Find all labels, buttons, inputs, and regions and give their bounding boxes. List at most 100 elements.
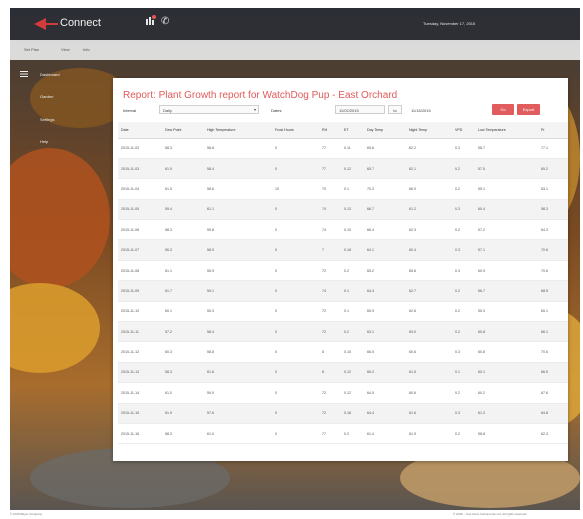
table-cell: 0 xyxy=(272,158,319,180)
table-cell: 64.8 xyxy=(538,403,568,424)
to-date-input[interactable]: 11/16/2015 xyxy=(407,105,485,114)
table-cell: 72 xyxy=(319,403,341,424)
table-row: 2015-11-08 61.1 55.9 0 72 0.2 65.2 65.6 0.3 60.9 7… xyxy=(118,260,568,282)
report-title: Report: Plant Growth report for WatchDog… xyxy=(123,90,398,101)
table-cell: 57.2 xyxy=(162,321,204,343)
table-cell: 58.8 xyxy=(204,341,272,363)
table-cell: 70.6 xyxy=(538,341,568,363)
table-cell: 61.4 xyxy=(364,423,406,445)
table-cell: 60.2 xyxy=(475,382,538,404)
table-cell: 0.1 xyxy=(341,301,364,323)
table-cell: 77.1 xyxy=(538,138,568,159)
table-cell: 58.3 xyxy=(538,199,568,221)
go-button[interactable]: Go xyxy=(492,104,514,115)
chevron-down-icon: ▾ xyxy=(253,107,256,112)
table-cell: 60.3 xyxy=(162,341,204,363)
phone-icon[interactable]: ✆ xyxy=(161,16,169,27)
table-cell: 61.6 xyxy=(406,403,452,424)
table-cell: 65.1 xyxy=(538,301,568,323)
table-cell: 74 xyxy=(319,280,341,302)
table-cell: 58.3 xyxy=(162,219,204,241)
table-cell: 66.4 xyxy=(364,219,406,241)
app-window: Connect ✆ Tuesday, November 17, 2015 Set… xyxy=(10,8,580,510)
table-cell: 77 xyxy=(319,138,341,159)
table-cell: 59.1 xyxy=(204,280,272,302)
sidebar-item-dashboard[interactable]: Dashboard xyxy=(40,72,60,77)
column-header[interactable]: RH xyxy=(319,122,341,139)
table-row: 2015-11-10 60.1 55.3 0 72 0.1 65.9 62.6 0.2 55.3 6… xyxy=(118,301,568,323)
column-header[interactable]: Frost Hours xyxy=(272,122,319,139)
column-header[interactable]: Night Temp xyxy=(406,122,452,139)
table-cell: 0.2 xyxy=(452,280,475,302)
nav-item-set-plan[interactable]: Set Plan xyxy=(24,47,39,52)
table-cell: 62.2 xyxy=(406,138,452,159)
table-cell: 0 xyxy=(272,199,319,221)
dates-label: Dates xyxy=(271,108,282,113)
table-cell: 2015-11-07 xyxy=(118,239,162,261)
column-header[interactable]: Dew Point xyxy=(162,122,204,139)
table-cell: 61.9 xyxy=(162,158,204,180)
table-cell: 61.9 xyxy=(162,403,204,424)
export-button[interactable]: Export xyxy=(517,104,540,115)
column-header[interactable]: Day Temp xyxy=(364,122,406,139)
table-cell: 60.1 xyxy=(162,301,204,323)
table-cell: 0 xyxy=(272,239,319,261)
table-cell: 61.1 xyxy=(204,199,272,221)
interval-select[interactable]: Daily ▾ xyxy=(159,105,259,114)
column-header[interactable]: Pr xyxy=(538,122,568,139)
table-cell: 59.0 xyxy=(204,382,272,404)
column-header[interactable]: VPD xyxy=(452,122,475,139)
table-cell: 60.4 xyxy=(406,239,452,261)
table-cell: 61.0 xyxy=(204,423,272,445)
table-cell: 65.7 xyxy=(364,158,406,180)
column-header[interactable]: ET xyxy=(341,122,364,139)
table-cell: 0.2 xyxy=(452,219,475,241)
table-cell: 2015-11-03 xyxy=(118,158,162,180)
nav-item-info[interactable]: Info xyxy=(83,47,90,52)
table-cell: 66.1 xyxy=(538,321,568,343)
table-cell: 64.4 xyxy=(364,280,406,302)
table-cell: 0.2 xyxy=(452,178,475,200)
table-cell: 2015-11-16 xyxy=(118,423,162,445)
column-header[interactable]: Low Temperature xyxy=(475,122,538,139)
table-cell: 0 xyxy=(272,423,319,445)
to-date-value: 11/16/2015 xyxy=(411,108,431,113)
table-cell: 0.3 xyxy=(452,239,475,261)
top-bar: Connect ✆ Tuesday, November 17, 2015 xyxy=(10,8,580,40)
table-row: 2015-11-07 56.3 58.9 0 7 0.18 64.1 60.4 0.3 57.1 7… xyxy=(118,239,568,261)
table-cell: 58.4 xyxy=(204,158,272,180)
table-cell: 61.1 xyxy=(162,260,204,282)
current-date: Tuesday, November 17, 2015 xyxy=(423,21,476,26)
table-row: 2015-11-14 61.0 59.0 0 72 0.12 64.5 60.6 0.2 60.2… xyxy=(118,382,568,404)
from-date-input[interactable]: 11/02/2015 xyxy=(335,105,385,114)
sidebar-item-garden[interactable]: Garden xyxy=(40,94,53,99)
table-cell: 61.3 xyxy=(475,403,538,424)
table-cell: 0.1 xyxy=(452,362,475,384)
table-cell: 62.3 xyxy=(406,219,452,241)
table-cell: 59.8 xyxy=(204,219,272,241)
table-cell: 60.8 xyxy=(475,341,538,363)
sidebar-item-help[interactable]: Help xyxy=(40,139,48,144)
table-cell: 62.1 xyxy=(406,158,452,180)
table-cell: 62.6 xyxy=(406,301,452,323)
table-cell: 70.6 xyxy=(538,260,568,282)
table-cell: 60.1 xyxy=(475,362,538,384)
nav-item-view[interactable]: View xyxy=(61,47,70,52)
table-cell: 72 xyxy=(319,260,341,282)
table-cell: 58.4 xyxy=(204,321,272,343)
sidebar-item-settings[interactable]: Settings xyxy=(40,117,54,122)
table-cell: 60.6 xyxy=(406,382,452,404)
table-cell: 58.3 xyxy=(162,362,204,384)
table-cell: 0.12 xyxy=(341,362,364,384)
table-row: 2015-11-03 61.9 58.4 0 77 0.12 65.7 62.1 0.2 57.5… xyxy=(118,158,568,180)
table-cell: 55.9 xyxy=(204,260,272,282)
table-cell: 0.2 xyxy=(452,158,475,180)
column-header[interactable]: High Temperature xyxy=(204,122,272,139)
table-cell: 0 xyxy=(272,382,319,404)
table-cell: 0 xyxy=(272,321,319,343)
table-cell: 74 xyxy=(319,219,341,241)
notifications-icon[interactable] xyxy=(146,15,156,25)
table-row: 2015-11-11 57.2 58.4 0 72 0.2 63.1 63.0 0.2 60.8 6… xyxy=(118,321,568,343)
column-header[interactable]: Date xyxy=(118,122,162,139)
table-header-row: Date Dew Point High Temperature Frost Hours… xyxy=(118,122,568,139)
